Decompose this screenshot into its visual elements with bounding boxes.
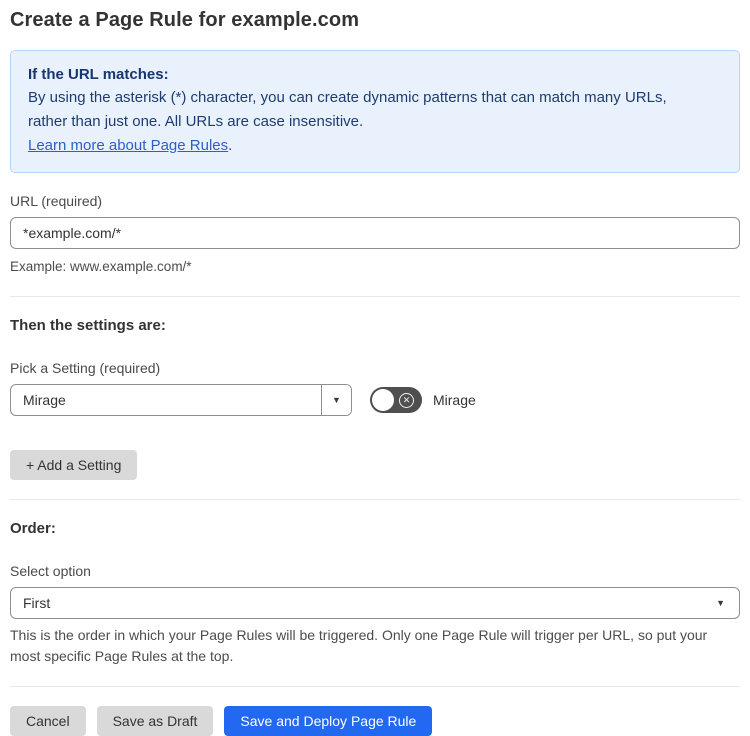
- link-period: .: [228, 137, 233, 154]
- info-box-body: By using the asterisk (*) character, you…: [28, 89, 667, 130]
- setting-row: Mirage ▼ ✕ Mirage: [10, 384, 740, 416]
- x-circle-icon: ✕: [399, 392, 414, 408]
- footer-actions: Cancel Save as Draft Save and Deploy Pag…: [10, 706, 740, 736]
- mirage-toggle[interactable]: ✕: [370, 387, 422, 413]
- info-box-heading: If the URL matches:: [28, 66, 169, 83]
- save-draft-button[interactable]: Save as Draft: [96, 706, 214, 736]
- pick-setting-label: Pick a Setting (required): [10, 360, 161, 376]
- toggle-knob: [372, 389, 394, 411]
- info-box-link-line: Learn more about Page Rules.: [28, 134, 722, 158]
- order-select[interactable]: First ▼: [10, 587, 740, 619]
- chevron-down-icon[interactable]: ▼: [321, 385, 351, 415]
- order-section-heading: Order:: [10, 520, 56, 537]
- learn-more-link[interactable]: Learn more about Page Rules: [28, 137, 228, 154]
- page-title: Create a Page Rule for example.com: [10, 9, 360, 31]
- setting-select[interactable]: Mirage ▼: [10, 384, 352, 416]
- order-help-text: This is the order in which your Page Rul…: [10, 627, 708, 664]
- url-input[interactable]: [10, 217, 740, 249]
- cancel-button[interactable]: Cancel: [10, 706, 86, 736]
- divider: [10, 499, 740, 500]
- select-option-label: Select option: [10, 563, 91, 579]
- settings-section-heading: Then the settings are:: [10, 317, 166, 334]
- create-page-rule-form: Create a Page Rule for example.com If th…: [0, 0, 750, 736]
- url-field: URL (required) Example: www.example.com/…: [10, 193, 740, 277]
- divider: [10, 296, 740, 297]
- url-label: URL (required): [10, 193, 103, 209]
- save-deploy-button[interactable]: Save and Deploy Page Rule: [224, 706, 433, 736]
- setting-select-value: Mirage: [23, 392, 66, 408]
- url-match-info-box: If the URL matches: By using the asteris…: [10, 50, 740, 173]
- divider: [10, 686, 740, 687]
- toggle-label: Mirage: [433, 392, 476, 408]
- add-setting-row: + Add a Setting: [10, 450, 740, 480]
- order-select-value: First: [23, 595, 51, 611]
- url-example-hint: Example: www.example.com/*: [10, 259, 192, 274]
- chevron-down-icon: ▼: [716, 598, 725, 608]
- add-setting-button[interactable]: + Add a Setting: [10, 450, 138, 480]
